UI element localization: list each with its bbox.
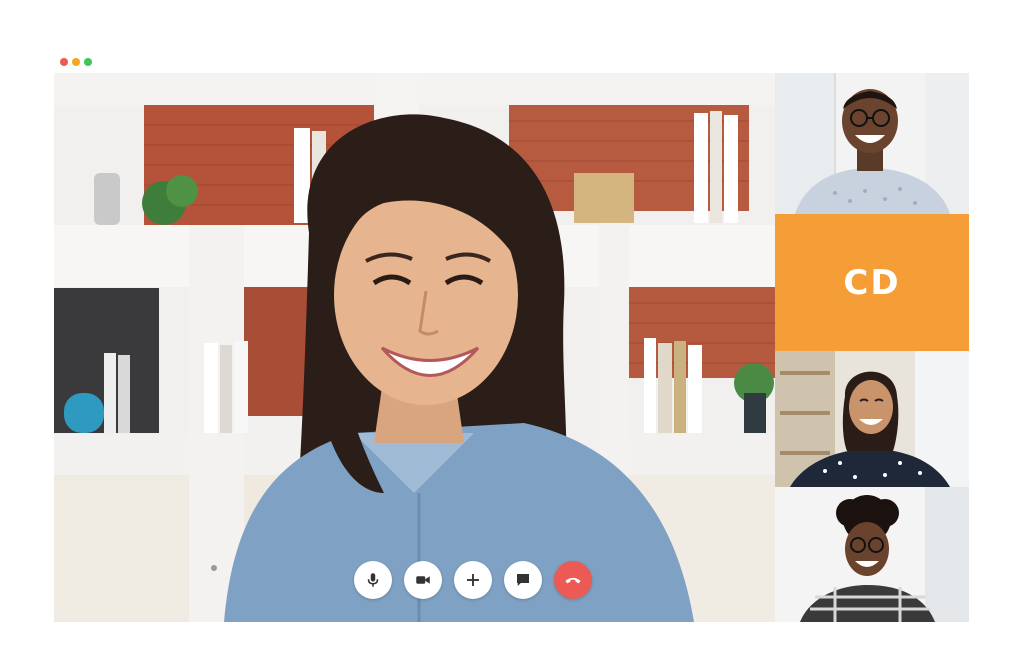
participant-tile-initials[interactable]: CD (775, 214, 969, 351)
mic-icon (367, 573, 379, 587)
add-button[interactable] (454, 561, 492, 599)
video-camera-icon (416, 576, 430, 584)
participant-video-woman-polka-dot (775, 351, 969, 487)
window-controls (60, 58, 92, 66)
video-call-page: CD (0, 0, 1024, 672)
phone-hangup-icon (565, 577, 581, 584)
end-call-button[interactable] (554, 561, 592, 599)
chat-bubble-icon (517, 574, 529, 586)
participant-video-woman-glasses-plaid (775, 487, 969, 622)
minimize-dot[interactable] (72, 58, 80, 66)
chat-button[interactable] (504, 561, 542, 599)
video-call-window: CD (54, 73, 969, 622)
participant-tile-4[interactable] (775, 487, 969, 622)
participants-sidebar: CD (775, 73, 969, 622)
mic-button[interactable] (354, 561, 392, 599)
participant-tile-3[interactable] (775, 351, 969, 487)
plus-icon (467, 574, 479, 586)
close-dot[interactable] (60, 58, 68, 66)
participant-tile-1[interactable] (775, 73, 969, 214)
participant-video-man-glasses (775, 73, 969, 214)
call-controls (354, 561, 592, 599)
maximize-dot[interactable] (84, 58, 92, 66)
main-speaker-video[interactable] (54, 73, 775, 622)
main-speaker-image (54, 73, 775, 622)
participant-initials: CD (843, 262, 901, 303)
camera-button[interactable] (404, 561, 442, 599)
